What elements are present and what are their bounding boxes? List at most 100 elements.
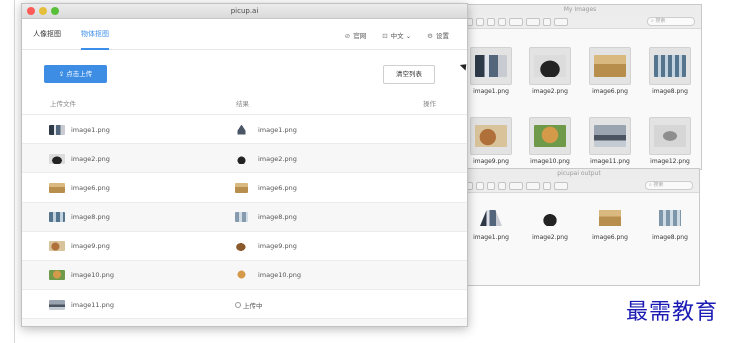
group-menu-icon[interactable] — [509, 181, 523, 190]
table-row[interactable]: image6.png image6.png — [22, 172, 467, 201]
gear-icon[interactable] — [526, 181, 540, 190]
link-icon: ⊘ — [344, 31, 351, 40]
table-row[interactable]: image10.png image10.png — [22, 259, 467, 290]
settings-link[interactable]: ⚙ 设置 — [427, 30, 449, 40]
file-thumbnail — [529, 47, 571, 85]
group-menu-icon[interactable] — [509, 17, 523, 26]
share-icon[interactable] — [543, 181, 551, 190]
file-name: image6.png — [71, 183, 110, 192]
finder-title: My Images — [459, 5, 701, 15]
result-cell[interactable]: image8.png — [235, 203, 297, 232]
top-nav: 人像抠图 物体抠图 ⊘ 官网 ⊡ 中文 ⌄ ⚙ 设置 — [22, 19, 467, 50]
gear-icon: ⚙ — [427, 31, 433, 40]
finder-search-input[interactable]: ⌕ 搜索 — [645, 181, 693, 190]
window-titlebar[interactable]: picup.ai — [22, 4, 467, 19]
file-name: image2.png — [532, 234, 568, 241]
website-link[interactable]: ⊘ 官网 — [345, 30, 366, 40]
search-placeholder: 搜索 — [653, 182, 664, 188]
file-thumbnail — [470, 47, 512, 85]
image-thumbnail — [49, 212, 65, 223]
image-thumbnail — [49, 124, 65, 135]
file-item[interactable]: image6.png — [582, 47, 638, 95]
file-name: image8.png — [71, 213, 110, 222]
search-placeholder: 搜索 — [655, 18, 666, 24]
column-view-icon[interactable] — [487, 17, 495, 26]
file-name: image12.png — [650, 158, 690, 165]
tag-icon[interactable] — [554, 17, 568, 26]
uploaded-cell: image9.png — [49, 232, 110, 261]
result-thumbnail — [235, 124, 248, 135]
zoom-window-button[interactable] — [51, 7, 59, 15]
minimize-window-button[interactable] — [39, 7, 47, 15]
file-name: image9.png — [473, 158, 509, 165]
file-item[interactable]: image11.png — [582, 117, 638, 165]
result-name: image9.png — [258, 242, 297, 251]
file-item[interactable]: image8.png — [642, 47, 698, 95]
language-select[interactable]: ⊡ 中文 ⌄ — [382, 30, 411, 40]
result-name: image6.png — [258, 183, 297, 192]
column-header-uploaded: 上传文件 — [50, 100, 76, 108]
tag-icon[interactable] — [554, 181, 568, 190]
list-view-icon[interactable] — [476, 181, 484, 190]
file-name: image11.png — [71, 300, 114, 309]
share-icon[interactable] — [543, 17, 551, 26]
result-name: image1.png — [258, 125, 297, 134]
file-thumbnail — [589, 117, 631, 155]
result-cell[interactable]: image10.png — [235, 261, 301, 290]
image-thumbnail — [49, 153, 65, 164]
file-thumbnail — [595, 205, 625, 231]
file-name: image10.png — [530, 158, 570, 165]
tab-portrait-cutout[interactable]: 人像抠图 — [33, 19, 61, 50]
file-item[interactable]: image6.png — [582, 205, 638, 241]
uploaded-cell: image6.png — [49, 173, 110, 202]
table-row[interactable]: image2.png image2.png — [22, 143, 467, 173]
table-row[interactable]: image8.png image8.png — [22, 201, 467, 232]
file-name: image6.png — [592, 88, 628, 95]
file-name: image2.png — [532, 88, 568, 95]
file-thumbnail — [476, 205, 506, 231]
result-name: image2.png — [258, 154, 297, 163]
file-name: image6.png — [592, 234, 628, 241]
tab-object-cutout[interactable]: 物体抠图 — [81, 19, 109, 50]
file-name: image11.png — [590, 158, 630, 165]
result-cell[interactable]: image6.png — [235, 173, 297, 202]
file-name: image1.png — [473, 234, 509, 241]
result-cell[interactable]: image1.png — [235, 115, 297, 144]
result-cell[interactable]: image2.png — [235, 144, 297, 173]
finder-window-my-images[interactable]: My Images ⌕ 搜索 image1.png image2.png ima… — [458, 4, 702, 170]
column-view-icon[interactable] — [487, 181, 495, 190]
table-row — [22, 318, 467, 326]
clear-list-button[interactable]: 清空列表 — [383, 65, 435, 84]
file-item[interactable]: image1.png — [463, 47, 519, 95]
file-item[interactable]: image9.png — [463, 117, 519, 165]
file-item[interactable]: image12.png — [642, 117, 698, 165]
result-cell[interactable]: image9.png — [235, 232, 297, 261]
table-row[interactable]: image1.png image1.png — [22, 114, 467, 143]
file-thumbnail — [655, 205, 685, 231]
finder-file-grid: image1.png image2.png image6.png image8.… — [459, 29, 701, 169]
window-controls — [27, 7, 59, 15]
gallery-view-icon[interactable] — [498, 181, 506, 190]
file-item[interactable]: image2.png — [522, 205, 578, 241]
uploaded-cell: image11.png — [49, 290, 114, 319]
file-item[interactable]: image10.png — [522, 117, 578, 165]
finder-window-output[interactable]: picupai output ⌕ 搜索 image1.png image2.pn… — [458, 168, 700, 286]
gear-icon[interactable] — [526, 17, 540, 26]
watermark: 最需教育 — [626, 300, 719, 325]
finder-search-input[interactable]: ⌕ 搜索 — [647, 17, 695, 26]
list-view-icon[interactable] — [476, 17, 484, 26]
table-row[interactable]: image11.png 上传中 — [22, 289, 467, 318]
file-thumbnail — [535, 205, 565, 231]
file-item[interactable]: image1.png — [463, 205, 519, 241]
image-thumbnail — [49, 270, 65, 281]
finder-toolbar: ⌕ 搜索 — [459, 15, 701, 29]
table-row[interactable]: image9.png image9.png — [22, 230, 467, 261]
file-item[interactable]: image2.png — [522, 47, 578, 95]
result-cell: 上传中 — [235, 290, 263, 319]
upload-button[interactable]: ⇪ 点击上传 — [44, 65, 107, 83]
uploaded-cell: image2.png — [49, 144, 110, 173]
close-window-button[interactable] — [27, 7, 35, 15]
column-header-result: 结果 — [236, 100, 249, 108]
gallery-view-icon[interactable] — [498, 17, 506, 26]
file-item[interactable]: image8.png — [642, 205, 698, 241]
